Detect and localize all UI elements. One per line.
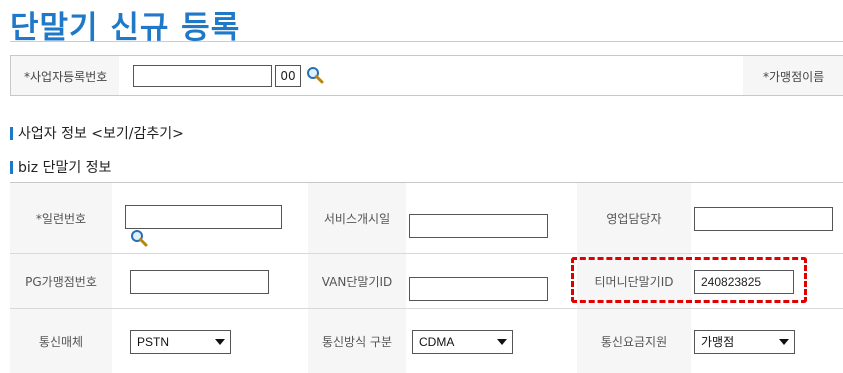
pg-merchant-no-input[interactable] [130,270,269,294]
pg-merchant-no-label: PG가맹점번호 [10,254,112,308]
comm-method-label: 통신방식 구분 [308,309,406,373]
search-panel: *사업자등록번호 00 *가맹점이름 [10,55,843,96]
van-terminal-id-input[interactable] [409,277,548,301]
comm-medium-label: 통신매체 [10,309,112,373]
tmoney-terminal-id-cell: 240823825 [691,254,843,308]
chevron-down-icon [497,339,507,345]
business-info-heading[interactable]: 사업자 정보 <보기/감추기> [18,123,184,143]
terminal-info-heading: biz 단말기 정보 [18,160,112,176]
comm-fee-support-label: 통신요금지원 [577,309,691,373]
merchant-name-label: *가맹점이름 [763,70,825,84]
comm-fee-support-select[interactable]: 가맹점 [694,330,795,354]
van-terminal-id-cell [406,254,577,308]
sales-manager-label: 영업담당자 [577,183,691,253]
serial-no-label: *일련번호 [10,183,112,253]
chevron-down-icon [215,339,225,345]
terminal-info-heading-wrap: biz 단말기 정보 [10,157,111,177]
biz-no-cell: 00 [119,56,743,95]
title-divider [10,41,843,42]
comm-method-cell: CDMA [406,309,577,373]
service-start-input[interactable] [409,214,548,238]
table-row: *일련번호 서비스개시일 영업담당자 [10,183,843,254]
business-info-toggle[interactable]: 사업자 정보 <보기/감추기> [10,123,184,143]
serial-no-input[interactable] [125,205,282,229]
service-start-label: 서비스개시일 [308,183,406,253]
biz-no-input[interactable] [133,65,272,87]
terminal-info-table: *일련번호 서비스개시일 영업담당자 PG가맹점번호 VAN단말기ID 티머니단… [10,182,843,373]
comm-method-value: CDMA [419,335,455,349]
table-row: 통신매체 PSTN 통신방식 구분 CDMA 통신요금지원 가맹점 [10,309,843,373]
chevron-down-icon [779,339,789,345]
comm-medium-value: PSTN [137,335,170,349]
serial-no-cell [112,183,308,253]
comm-method-select[interactable]: CDMA [412,330,513,354]
sales-manager-input[interactable] [694,207,833,231]
tmoney-terminal-id-label: 티머니단말기ID [577,254,691,308]
comm-medium-select[interactable]: PSTN [130,330,231,354]
biz-no-suffix-input[interactable]: 00 [275,65,301,87]
section-marker [10,126,13,140]
section-marker [10,160,13,174]
table-row: PG가맹점번호 VAN단말기ID 티머니단말기ID 240823825 [10,254,843,309]
magnifier-icon[interactable] [130,229,148,247]
biz-no-label: *사업자등록번호 [24,70,108,84]
comm-fee-support-cell: 가맹점 [691,309,843,373]
comm-fee-support-value: 가맹점 [701,335,735,349]
tmoney-terminal-id-input[interactable]: 240823825 [694,270,794,294]
magnifier-icon[interactable] [306,66,324,84]
sales-manager-cell [691,183,843,253]
comm-medium-cell: PSTN [112,309,308,373]
van-terminal-id-label: VAN단말기ID [308,254,406,308]
service-start-cell [406,183,577,253]
pg-merchant-no-cell [112,254,308,308]
